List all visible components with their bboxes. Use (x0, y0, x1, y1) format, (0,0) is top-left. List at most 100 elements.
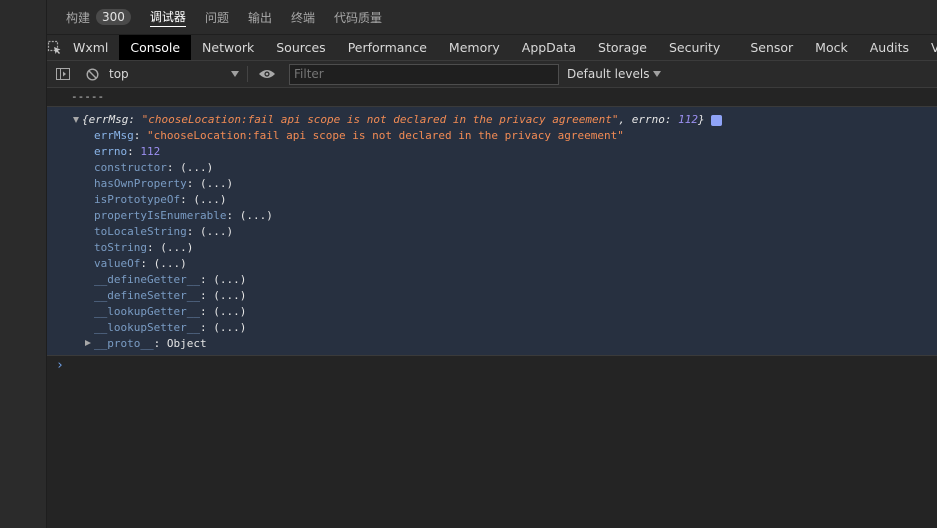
object-property[interactable]: errMsg: "chooseLocation:fail api scope i… (47, 128, 937, 144)
tab-wxml[interactable]: Wxml (62, 35, 119, 60)
expand-arrow-icon[interactable] (85, 340, 91, 346)
property-name: __defineGetter__ (94, 273, 200, 286)
property-name: propertyIsEnumerable (94, 209, 227, 222)
log-levels-label: Default levels (567, 67, 650, 81)
property-value[interactable]: (...) (213, 273, 246, 286)
preview-open-brace: { (82, 113, 89, 126)
tab-problems[interactable]: 问题 (205, 9, 229, 26)
object-property[interactable]: constructor: (...) (47, 160, 937, 176)
property-name: __lookupGetter__ (94, 305, 200, 318)
object-property[interactable]: __defineGetter__: (...) (47, 272, 937, 288)
chevron-down-icon (653, 71, 662, 77)
tab-code-quality[interactable]: 代码质量 (334, 9, 382, 26)
context-value: top (109, 67, 129, 81)
block-icon (85, 67, 99, 81)
tab-debugger-label: 调试器 (149, 9, 186, 24)
panel-tab-bar: Wxml Console Network Sources Performance… (47, 35, 937, 61)
tab-network[interactable]: Network (191, 35, 265, 60)
object-property[interactable]: toString: (...) (47, 240, 937, 256)
clear-console-button[interactable] (80, 61, 104, 88)
sidebar-toggle-icon (56, 68, 70, 80)
object-property[interactable]: isPrototypeOf: (...) (47, 192, 937, 208)
object-property[interactable]: valueOf: (...) (47, 256, 937, 272)
tab-vulnerability[interactable]: Vulnerab (920, 35, 937, 60)
inspect-element-button[interactable] (47, 35, 62, 60)
prompt-chevron-icon: › (56, 358, 64, 373)
tab-terminal-label: 终端 (290, 10, 315, 25)
property-value[interactable]: (...) (240, 209, 273, 222)
tab-appdata[interactable]: AppData (511, 35, 587, 60)
property-value[interactable]: (...) (160, 241, 193, 254)
object-property[interactable]: hasOwnProperty: (...) (47, 176, 937, 192)
preview-value-errmsg: "chooseLocation:fail api scope is not de… (141, 113, 619, 126)
inspect-icon (47, 40, 61, 54)
tab-build-label: 构建 (66, 10, 91, 25)
chevron-down-icon (231, 71, 239, 77)
property-name: constructor (94, 161, 167, 174)
property-name: errMsg (94, 129, 134, 142)
console-prompt[interactable]: › (47, 356, 937, 376)
property-name: toString (94, 241, 147, 254)
console-message: ----- (47, 88, 937, 107)
tab-security[interactable]: Security (658, 35, 731, 60)
left-gutter (0, 0, 47, 528)
tab-debugger[interactable]: 调试器 (149, 8, 186, 27)
object-property[interactable]: errno: 112 (47, 144, 937, 160)
preview-key-errmsg: errMsg (88, 113, 129, 126)
object-preview[interactable]: {errMsg: "chooseLocation:fail api scope … (47, 112, 937, 128)
toolbar-divider (247, 66, 248, 82)
tab-sources[interactable]: Sources (265, 35, 336, 60)
console-toolbar: top Default levels (47, 61, 937, 88)
property-value[interactable]: (...) (200, 225, 233, 238)
object-property[interactable]: propertyIsEnumerable: (...) (47, 208, 937, 224)
filter-input[interactable] (289, 63, 559, 85)
tab-sensor[interactable]: Sensor (739, 35, 804, 60)
tab-performance[interactable]: Performance (337, 35, 438, 60)
tab-storage[interactable]: Storage (587, 35, 658, 60)
live-expression-button[interactable] (255, 61, 279, 88)
preview-colon: : (664, 113, 679, 126)
property-value[interactable]: (...) (154, 257, 187, 270)
log-levels-dropdown[interactable]: Default levels (567, 67, 662, 81)
property-name: hasOwnProperty (94, 177, 187, 190)
tab-memory[interactable]: Memory (438, 35, 511, 60)
build-count-badge: 300 (96, 9, 131, 25)
property-name: valueOf (94, 257, 141, 270)
property-value: "chooseLocation:fail api scope is not de… (147, 129, 624, 142)
devtools-panel: 构建 300 调试器 问题 输出 终端 代码质量 Wxml Console Ne… (47, 0, 937, 528)
console-object-message: {errMsg: "chooseLocation:fail api scope … (47, 107, 937, 356)
proto-name: __proto__ (94, 337, 154, 350)
property-value[interactable]: (...) (200, 177, 233, 190)
info-icon[interactable] (710, 114, 722, 126)
object-property[interactable]: __defineSetter__: (...) (47, 288, 937, 304)
console-output: ----- {errMsg: "chooseLocation:fail api … (47, 88, 937, 376)
tab-console[interactable]: Console (119, 35, 192, 60)
tab-mock[interactable]: Mock (804, 35, 859, 60)
top-tab-bar: 构建 300 调试器 问题 输出 终端 代码质量 (47, 0, 937, 35)
property-value[interactable]: (...) (213, 305, 246, 318)
preview-separator: , (618, 113, 632, 126)
tab-output[interactable]: 输出 (248, 9, 272, 26)
object-property[interactable]: toLocaleString: (...) (47, 224, 937, 240)
property-value[interactable]: (...) (180, 161, 213, 174)
preview-colon: : (128, 113, 142, 126)
tab-terminal[interactable]: 终端 (291, 9, 315, 26)
tab-audits[interactable]: Audits (859, 35, 920, 60)
property-name: __defineSetter__ (94, 289, 200, 302)
object-property[interactable]: __lookupSetter__: (...) (47, 320, 937, 336)
property-value[interactable]: (...) (213, 289, 246, 302)
property-value[interactable]: (...) (193, 193, 226, 206)
context-selector[interactable]: top (109, 64, 243, 84)
property-name: errno (94, 145, 128, 158)
object-property[interactable]: __lookupGetter__: (...) (47, 304, 937, 320)
property-value[interactable]: (...) (213, 321, 246, 334)
proto-value: Object (166, 337, 207, 350)
preview-close-brace: } (697, 113, 705, 126)
preview-key-errno: errno (631, 113, 665, 126)
tab-build[interactable]: 构建 300 (66, 9, 131, 26)
collapse-arrow-icon[interactable] (73, 117, 79, 123)
show-sidebar-button[interactable] (51, 61, 75, 88)
proto-property[interactable]: __proto__: Object (47, 336, 937, 352)
property-name: __lookupSetter__ (94, 321, 200, 334)
property-name: toLocaleString (94, 225, 187, 238)
